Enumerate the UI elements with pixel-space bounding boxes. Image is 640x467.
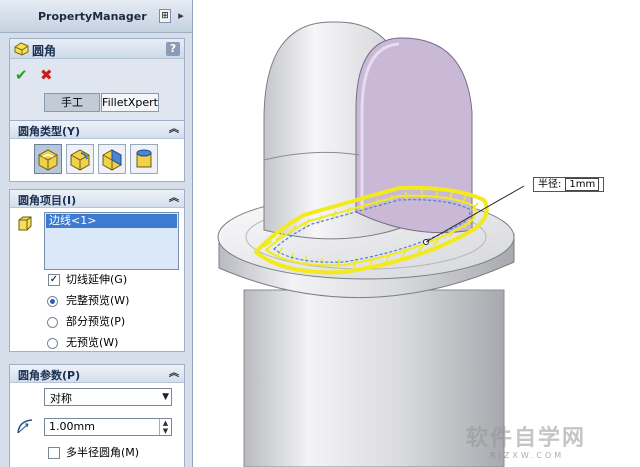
multi-radius-checkbox[interactable] — [48, 447, 60, 459]
face-fillet-button[interactable] — [98, 144, 126, 174]
fillet-mode-dropdown[interactable]: 对称 ▼ — [44, 388, 172, 406]
pin-icon[interactable]: ⊞ — [159, 9, 171, 23]
fillet-items-section: 圆角项目(I) ︽ 边线<1> ✓ 切线延伸(G) 完整预览(W) 部分预览(P… — [9, 189, 185, 352]
collapse-icon[interactable]: ︽ — [168, 193, 180, 204]
radius-spinner[interactable]: ▲ ▼ — [159, 419, 171, 435]
collapse-icon[interactable]: ︽ — [168, 124, 180, 135]
graphics-area[interactable]: 半径: 1mm 软件自学网 RJZXW.COM — [194, 0, 640, 467]
tab-filletxpert[interactable]: FilletXpert — [101, 93, 159, 112]
fillet-type-section: 圆角类型(Y) ︽ — [9, 120, 185, 182]
radius-icon — [16, 417, 36, 438]
property-manager-panel: PropertyManager ⊞ ▸ 圆角 ? ✔ ✖ 手工 FilletXp… — [0, 0, 193, 467]
ok-button[interactable]: ✔ — [15, 66, 28, 84]
section-title: 圆角项目(I) — [18, 194, 77, 207]
watermark-url: RJZXW.COM — [490, 451, 565, 460]
fillet-type-header[interactable]: 圆角类型(Y) ︽ — [10, 121, 184, 139]
lower-cylinder — [243, 289, 505, 467]
feature-title: 圆角 — [32, 44, 57, 58]
chevron-down-icon: ▼ — [162, 392, 169, 402]
multi-radius-label: 多半径圆角(M) — [66, 446, 140, 459]
variable-radius-button[interactable] — [66, 144, 94, 174]
callout-label: 半径: — [538, 179, 562, 190]
cancel-button[interactable]: ✖ — [40, 66, 53, 84]
full-preview-radio[interactable] — [47, 296, 58, 307]
full-round-fillet-button[interactable] — [130, 144, 158, 174]
radius-value: 1.00mm — [49, 420, 95, 433]
model-view[interactable] — [194, 0, 640, 467]
fillet-items-header[interactable]: 圆角项目(I) ︽ — [10, 190, 184, 208]
edge-selection-icon — [17, 216, 33, 235]
no-preview-label: 无预览(W) — [66, 336, 119, 349]
watermark-text: 软件自学网 — [466, 426, 587, 451]
edge-selection-list[interactable]: 边线<1> — [44, 212, 179, 270]
fillet-feature-header: 圆角 ? — [10, 39, 184, 59]
panel-arrow-icon[interactable]: ▸ — [175, 9, 187, 23]
partial-preview-radio[interactable] — [47, 317, 58, 328]
partial-preview-label: 部分预览(P) — [66, 315, 126, 328]
tab-manual[interactable]: 手工 — [44, 93, 100, 112]
fillet-parameters-section: 圆角参数(P) ︽ 对称 ▼ 1.00mm ▲ ▼ 多半径圆角(M) — [9, 364, 185, 467]
constant-radius-button[interactable] — [34, 144, 62, 174]
section-title: 圆角类型(Y) — [18, 125, 81, 138]
property-manager-title: PropertyManager — [38, 10, 147, 23]
tangent-propagation-label: 切线延伸(G) — [66, 273, 128, 286]
no-preview-radio[interactable] — [47, 338, 58, 349]
selected-edge-item[interactable]: 边线<1> — [46, 214, 177, 228]
radius-input[interactable]: 1.00mm ▲ ▼ — [44, 418, 172, 436]
help-button[interactable]: ? — [166, 42, 180, 56]
collapse-icon[interactable]: ︽ — [168, 368, 180, 379]
full-preview-label: 完整预览(W) — [66, 294, 130, 307]
tangent-propagation-checkbox[interactable]: ✓ — [48, 274, 60, 286]
radius-callout[interactable]: 半径: 1mm — [533, 177, 605, 192]
fillet-mode-value: 对称 — [50, 392, 72, 405]
callout-value[interactable]: 1mm — [565, 178, 600, 191]
fillet-icon — [14, 42, 29, 59]
section-title: 圆角参数(P) — [18, 369, 81, 382]
fillet-parameters-header[interactable]: 圆角参数(P) ︽ — [10, 365, 184, 383]
property-manager-header: PropertyManager ⊞ ▸ — [0, 0, 192, 33]
